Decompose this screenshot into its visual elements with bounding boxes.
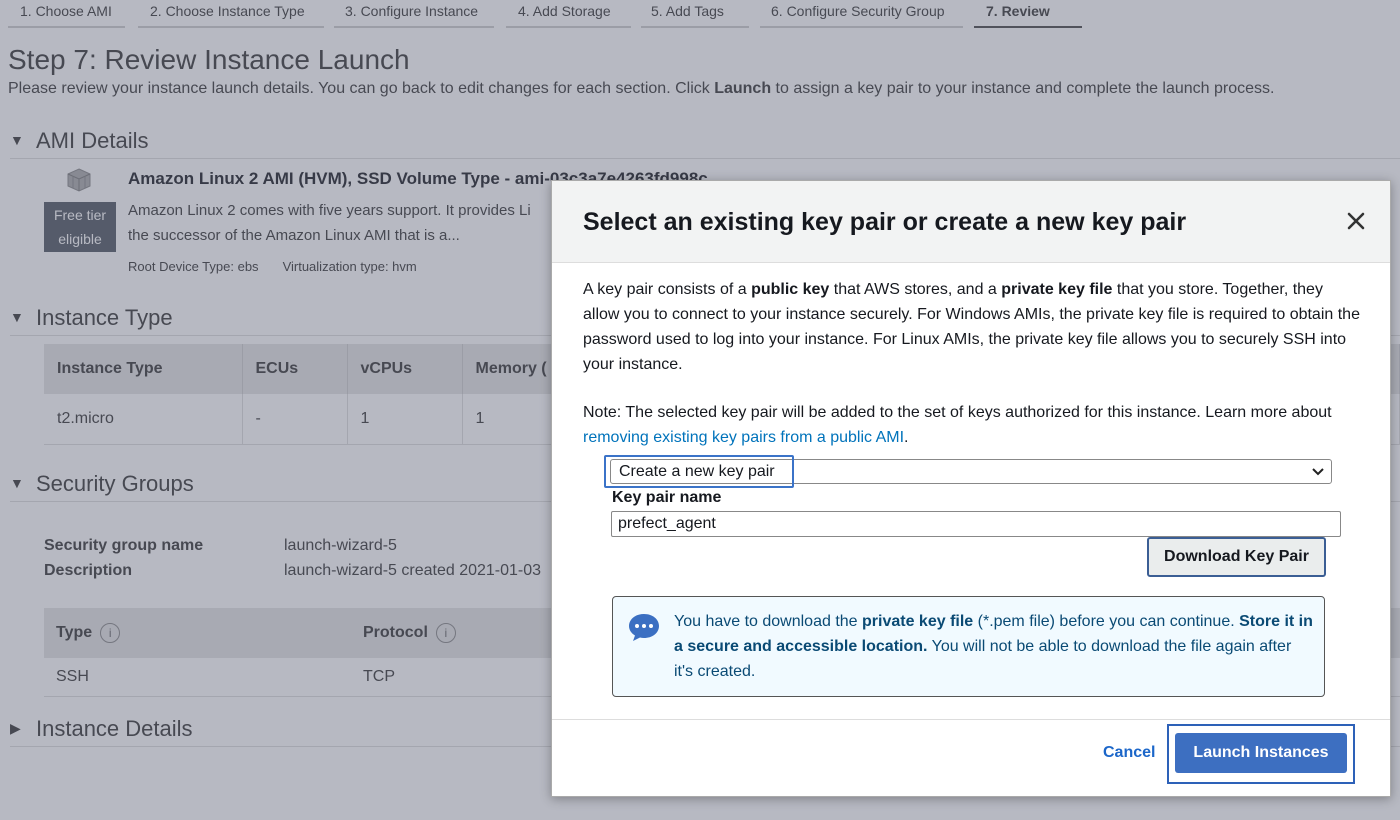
chat-bubble-icon [629, 614, 659, 641]
footer-divider [552, 719, 1390, 720]
body-text: that AWS stores, and a [829, 281, 1002, 298]
key-pair-explanation: A key pair consists of a public key that… [583, 277, 1363, 377]
dialog-title: Select an existing key pair or create a … [583, 208, 1187, 236]
alert-text: You have to download the [674, 613, 863, 630]
chevron-down-icon [1312, 468, 1324, 476]
body-bold: private key file [1001, 281, 1113, 298]
note-text: Note: The selected key pair will be adde… [583, 404, 1332, 421]
focus-ring [604, 455, 794, 488]
download-info-alert: You have to download the private key fil… [612, 596, 1325, 697]
dialog-header: Select an existing key pair or create a … [552, 181, 1390, 263]
alert-bold: private key file [862, 613, 974, 630]
note-text-end: . [904, 429, 909, 446]
cancel-button[interactable]: Cancel [1103, 744, 1155, 762]
key-pair-name-input[interactable] [611, 511, 1341, 537]
remove-key-pairs-link[interactable]: removing existing key pairs from a publi… [583, 429, 904, 446]
key-pair-name-label: Key pair name [612, 489, 722, 506]
alert-text: (*.pem file) before you can continue. [973, 613, 1240, 630]
key-pair-dialog: Select an existing key pair or create a … [551, 180, 1391, 797]
launch-instances-button[interactable]: Launch Instances [1175, 733, 1347, 773]
close-icon[interactable] [1344, 209, 1368, 233]
download-key-pair-button[interactable]: Download Key Pair [1147, 537, 1326, 577]
body-bold: public key [751, 281, 830, 298]
key-pair-note: Note: The selected key pair will be adde… [583, 400, 1363, 450]
alert-message: You have to download the private key fil… [674, 609, 1314, 684]
body-text: A key pair consists of a [583, 281, 752, 298]
